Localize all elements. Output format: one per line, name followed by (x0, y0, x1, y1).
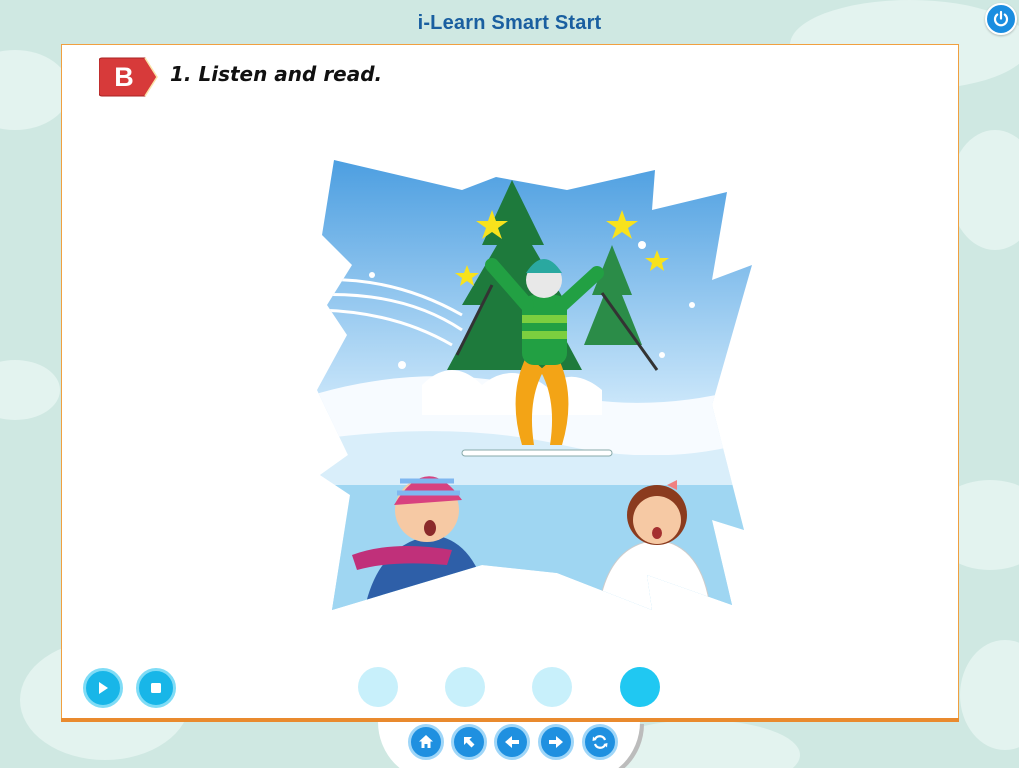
next-icon (549, 736, 563, 748)
instruction-text: 1. Listen and read. (170, 62, 383, 86)
stop-icon (151, 683, 161, 693)
power-icon (993, 10, 1009, 27)
app-title: i-Learn Smart Start (417, 12, 602, 34)
page-dot-4[interactable] (620, 667, 660, 707)
home-button[interactable] (408, 724, 444, 760)
stop-button[interactable] (136, 668, 176, 708)
section-badge: B (99, 56, 159, 98)
content-panel: B 1. Listen and read. (61, 44, 959, 721)
play-button[interactable] (83, 668, 123, 708)
next-button[interactable] (538, 724, 574, 760)
refresh-icon (592, 735, 608, 749)
back-button[interactable] (451, 724, 487, 760)
power-button[interactable] (985, 3, 1017, 35)
refresh-button[interactable] (582, 724, 618, 760)
section-letter: B (114, 61, 134, 92)
play-icon (99, 682, 108, 694)
home-icon (419, 735, 433, 748)
previous-button[interactable] (494, 724, 530, 760)
page-dot-3[interactable] (532, 667, 572, 707)
skiing-illustration (317, 160, 752, 610)
previous-icon (505, 736, 519, 748)
page-dot-2[interactable] (445, 667, 485, 707)
page-dot-1[interactable] (358, 667, 398, 707)
back-arrow-icon (464, 737, 475, 748)
